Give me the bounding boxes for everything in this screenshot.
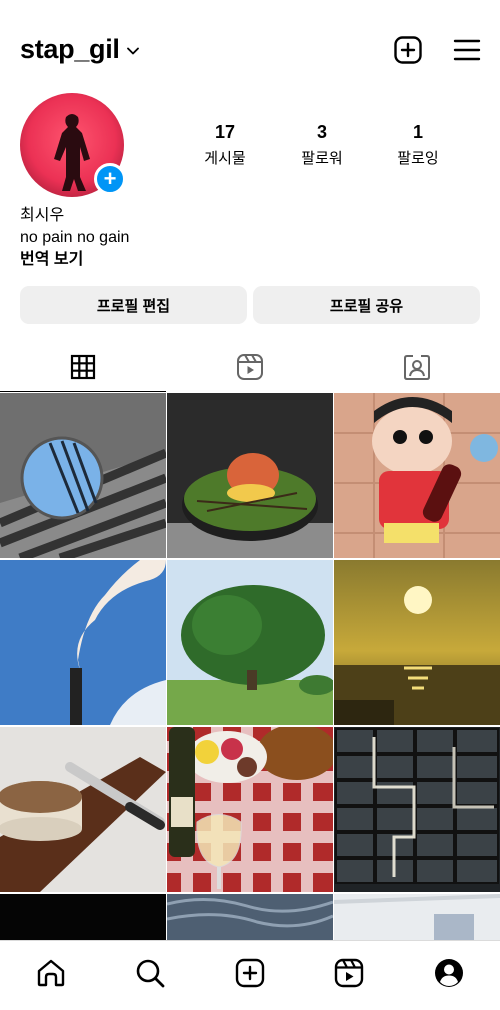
post-thumbnail[interactable] xyxy=(334,560,500,725)
profile-tabs xyxy=(0,342,500,392)
post-thumbnail[interactable] xyxy=(0,393,166,558)
post-thumbnail[interactable] xyxy=(0,727,166,892)
profile-icon[interactable] xyxy=(433,957,465,989)
stat-posts[interactable]: 17 게시물 xyxy=(185,122,265,168)
reels-icon[interactable] xyxy=(333,957,365,989)
reels-icon xyxy=(237,354,263,380)
grid-icon xyxy=(70,354,96,379)
bottom-nav xyxy=(0,940,500,1010)
following-label: 팔로잉 xyxy=(397,150,439,167)
profile-avatar[interactable]: + xyxy=(20,93,126,197)
post-thumbnail[interactable] xyxy=(167,560,333,725)
post-thumbnail[interactable] xyxy=(167,727,333,892)
post-thumbnail[interactable] xyxy=(334,727,500,892)
tagged-icon xyxy=(404,355,430,380)
home-icon[interactable] xyxy=(35,957,67,989)
posts-count: 17 xyxy=(214,122,236,142)
translate-link[interactable]: 번역 보기 xyxy=(20,249,129,271)
account-switcher[interactable]: stap_gil xyxy=(20,34,140,65)
followers-count: 3 xyxy=(316,122,327,142)
share-profile-button[interactable]: 프로필 공유 xyxy=(253,286,480,324)
following-count: 1 xyxy=(412,122,423,142)
posts-grid xyxy=(0,393,500,941)
edit-profile-button[interactable]: 프로필 편집 xyxy=(20,286,247,324)
add-story-button[interactable]: + xyxy=(94,163,126,195)
tab-tagged[interactable] xyxy=(334,342,500,392)
search-icon[interactable] xyxy=(134,957,166,989)
create-icon[interactable] xyxy=(234,957,266,989)
bio-text: no pain no gain xyxy=(20,229,130,246)
tab-reels[interactable] xyxy=(167,342,333,392)
tab-grid[interactable] xyxy=(0,342,166,392)
posts-label: 게시물 xyxy=(204,150,246,167)
profile-bio: 최시우 no pain no gain 번역 보기 xyxy=(20,205,129,271)
top-header: stap_gil xyxy=(0,0,500,100)
create-post-icon[interactable] xyxy=(393,35,423,65)
stat-followers[interactable]: 3 팔로워 xyxy=(282,122,362,168)
post-thumbnail[interactable] xyxy=(334,894,500,941)
post-thumbnail[interactable] xyxy=(167,894,333,941)
chevron-down-icon xyxy=(126,47,139,54)
username: stap_gil xyxy=(20,34,120,64)
followers-label: 팔로워 xyxy=(301,150,343,167)
post-thumbnail[interactable] xyxy=(167,393,333,558)
post-thumbnail[interactable] xyxy=(334,393,500,558)
menu-icon[interactable] xyxy=(452,35,482,65)
display-name: 최시우 xyxy=(20,207,65,224)
post-thumbnail[interactable] xyxy=(0,560,166,725)
post-thumbnail[interactable] xyxy=(0,894,166,941)
stat-following[interactable]: 1 팔로잉 xyxy=(378,122,458,168)
